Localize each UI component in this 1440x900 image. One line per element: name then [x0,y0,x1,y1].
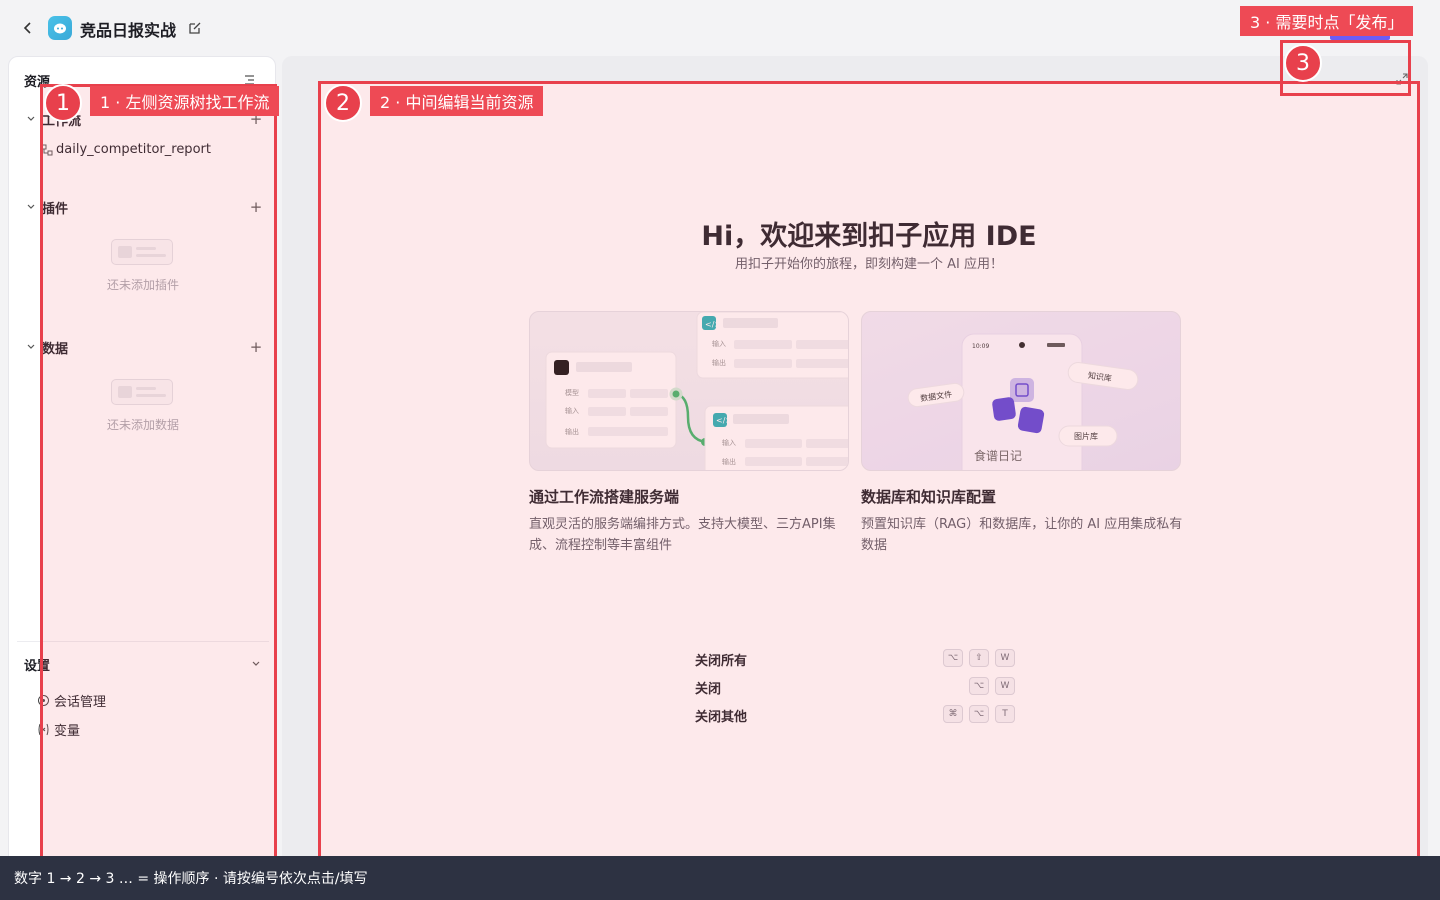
svg-text:输出: 输出 [712,358,726,367]
add-plugin-button[interactable]: + [248,198,264,216]
settings-item-conversation[interactable]: 会话管理 [37,691,106,710]
database-card-illustration[interactable]: 10:09 食谱日记 数据文件 知识库 图片库 [861,311,1181,471]
svg-text:输出: 输出 [722,457,736,466]
annotation-label-3: 3 · 需要时点「发布」 [1240,6,1414,36]
instruction-footer: 数字 1 → 2 → 3 … = 操作顺序 · 请按编号依次点击/填写 [0,856,1440,900]
chevron-down-icon [24,200,38,214]
conversation-icon [38,695,49,706]
settings-item-conversation-label: 会话管理 [54,695,107,710]
section-data-label: 数据 [42,341,69,357]
key-cap: W [995,677,1015,695]
svg-text:输出: 输出 [565,427,579,436]
shortcut-close: 关闭 ⌥ W [695,677,1015,697]
key-cap: T [995,705,1015,723]
section-plugin-label: 插件 [42,201,69,217]
edit-title-icon[interactable] [188,20,204,36]
welcome-subtitle: 用扣子开始你的旅程，即刻构建一个 AI 应用！ [735,257,1003,272]
expand-icon[interactable] [1396,70,1410,85]
chevron-down-icon [24,340,38,354]
svg-text:</>: </> [705,320,721,329]
empty-plugin-text: 还未添加插件 [106,278,179,292]
annotation-label-1: 1 · 左侧资源树找工作流 [90,86,280,116]
key-cap: ⇧ [969,649,989,667]
svg-text:食谱日记: 食谱日记 [974,448,1022,463]
annotation-marker-1: 1 [44,84,82,122]
app-logo-icon [48,16,72,40]
collapse-sidebar-icon[interactable] [242,72,256,86]
resource-sidebar: 资源 工作流 + daily_competitor_report 插件 + 还未… [8,56,276,900]
key-cap: ⌥ [943,649,963,667]
settings-heading: 设置 [24,658,51,674]
workflow-card-illustration[interactable]: </> 输入 输出 模型 输入 输出 </> 输入 输出 [529,311,849,471]
back-arrow-icon[interactable] [18,18,38,38]
workflow-item[interactable]: daily_competitor_report [41,142,211,157]
sidebar-divider [17,641,269,642]
section-plugin[interactable]: 插件 + [24,197,264,217]
svg-text:图片库: 图片库 [1074,431,1098,441]
annotation-label-2: 2 · 中间编辑当前资源 [370,86,544,116]
empty-data-illustration [111,379,173,405]
top-bar: 竞品日报实战 [0,0,1440,56]
svg-text:输入: 输入 [565,406,579,415]
svg-text:输入: 输入 [722,438,736,447]
variable-icon [38,723,49,736]
settings-item-variables-label: 变量 [54,724,81,739]
resources-heading: 资源 [24,75,51,90]
svg-text:</>: </> [716,416,732,425]
settings-item-variables[interactable]: 变量 [37,720,80,739]
empty-plugin-illustration [111,239,173,265]
key-cap: ⌥ [969,705,989,723]
app-title: 竞品日报实战 [80,21,177,40]
key-cap: ⌘ [943,705,963,723]
empty-data-text: 还未添加数据 [106,418,179,432]
workflow-card-title: 通过工作流搭建服务端 [529,488,680,506]
key-cap: W [995,649,1015,667]
workflow-card-desc: 直观灵活的服务端编排方式。支持大模型、三方API集成、流程控制等丰富组件 [529,517,836,553]
database-card-desc: 预置知识库（RAG）和数据库，让你的 AI 应用集成私有数据 [861,517,1183,553]
key-cap: ⌥ [969,677,989,695]
shortcut-close-all: 关闭所有 ⌥ ⇧ W [695,649,1015,669]
shortcut-label: 关闭所有 [695,654,748,669]
annotation-marker-3: 3 [1284,44,1322,82]
section-settings[interactable]: 设置 [24,654,264,674]
annotation-marker-2: 2 [324,84,362,122]
chevron-down-icon [24,112,38,126]
shortcut-label: 关闭其他 [695,710,748,725]
section-data[interactable]: 数据 + [24,337,264,357]
svg-text:输入: 输入 [712,339,726,348]
database-card-title: 数据库和知识库配置 [861,488,997,506]
svg-text:10:09: 10:09 [972,343,989,350]
chevron-down-icon[interactable] [248,656,264,672]
welcome-title: Hi，欢迎来到扣子应用 IDE [701,221,1037,252]
shortcut-label: 关闭 [695,682,722,697]
workflow-item-label: daily_competitor_report [56,142,211,157]
svg-text:模型: 模型 [565,388,579,397]
workflow-icon [41,144,53,155]
add-data-button[interactable]: + [248,338,264,356]
shortcut-close-others: 关闭其他 ⌘ ⌥ T [695,705,1015,725]
